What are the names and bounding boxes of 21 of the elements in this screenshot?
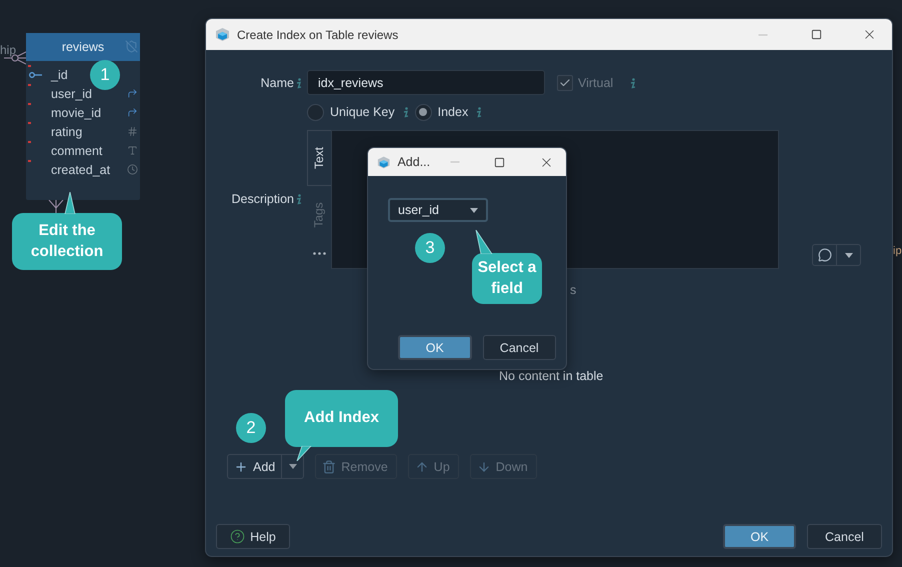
relation-label: hip [0,43,16,57]
field-name: user_id [51,86,92,100]
callout-bubble: Edit the collection [12,213,122,270]
field-name: rating [51,124,82,138]
field-name: created_at [51,162,110,176]
field-name: comment [51,144,102,158]
radio-label: Index [438,105,468,119]
entity-title: reviews [62,40,104,54]
callout-bubble: Add Index [285,390,398,447]
virtual-label: Virtual [578,76,614,90]
field-name: movie_id [51,106,102,120]
window-title: Add... [397,155,430,169]
radio-label: Unique Key [330,105,395,119]
empty-table-text: No content in table [499,369,604,383]
columns-label: s [570,283,576,297]
description-label: Description [231,192,294,206]
field-name: _id [51,68,68,82]
window-title: Create Index on Table reviews [237,28,400,42]
column-header: ip [893,245,902,257]
name-label: Name [260,76,294,90]
callout-bubble: Select a field [472,253,542,304]
